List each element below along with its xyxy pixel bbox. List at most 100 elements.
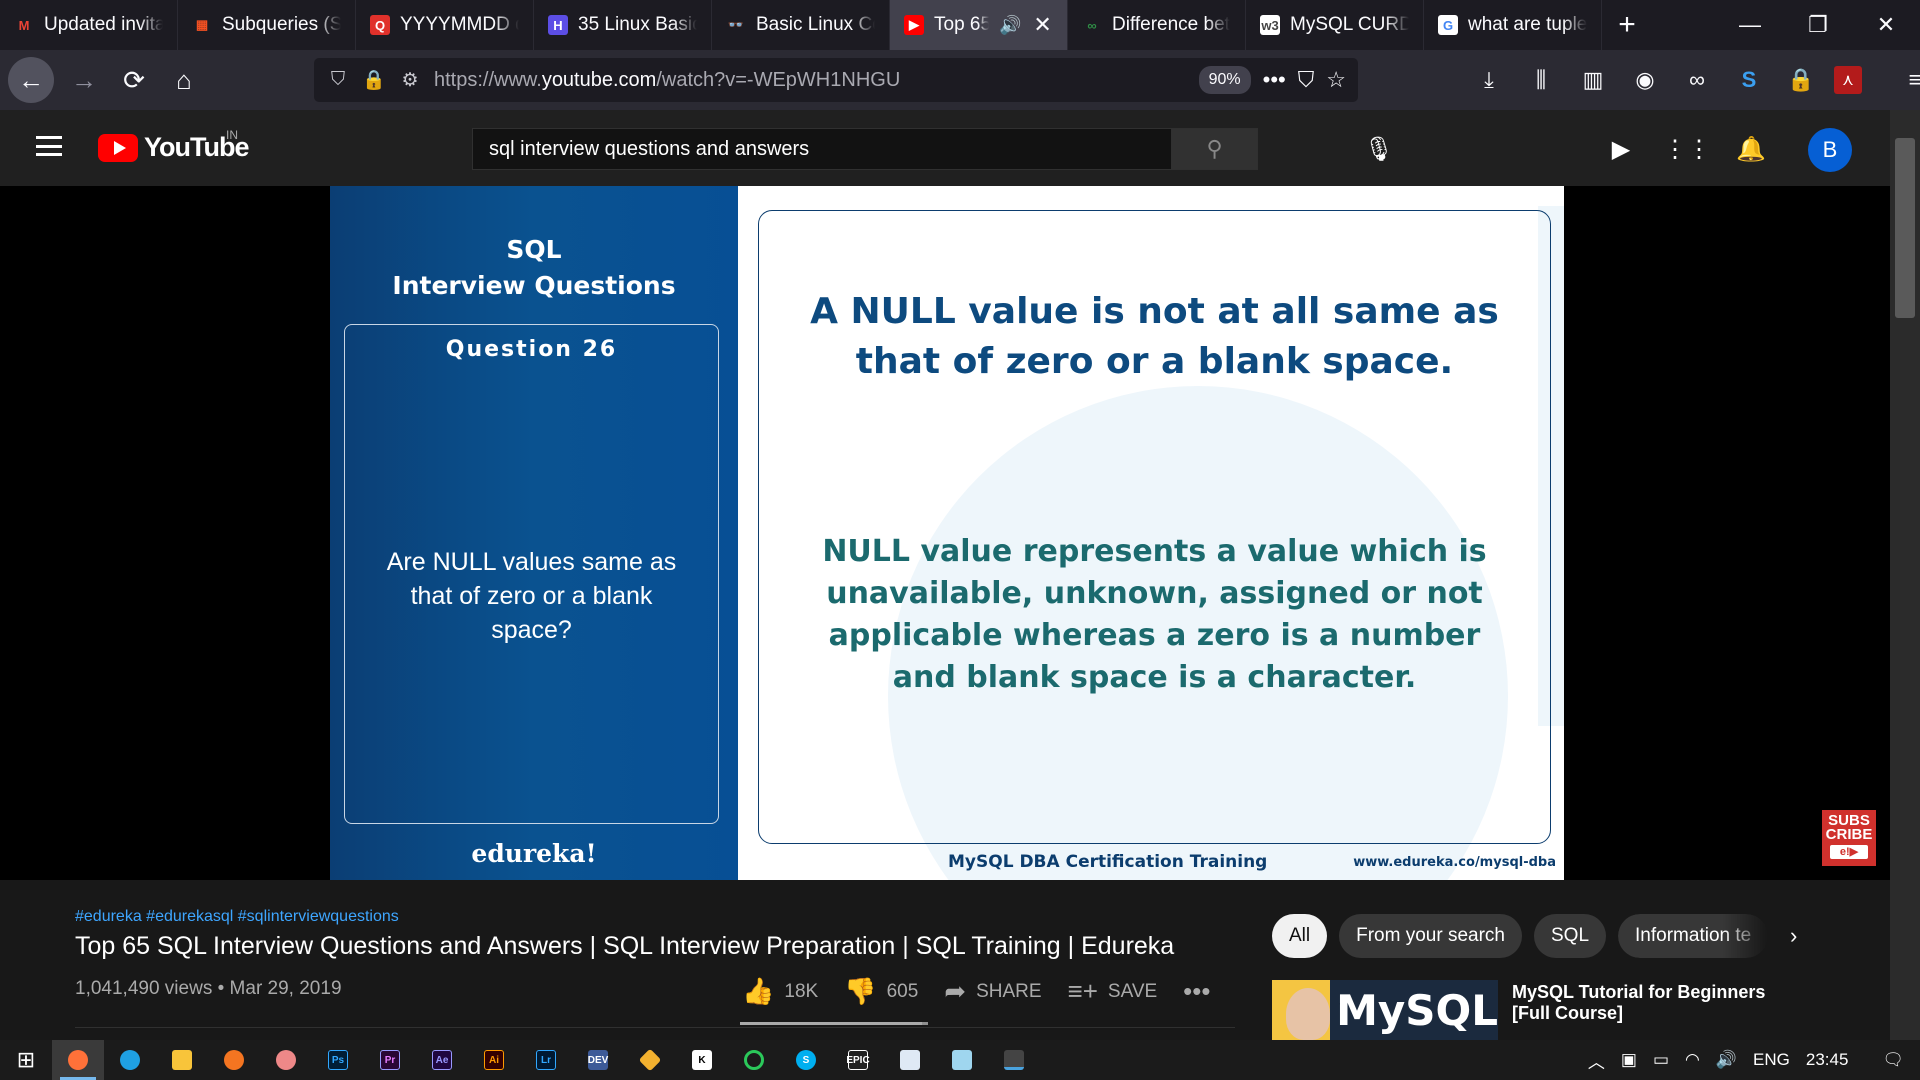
windows-start-icon[interactable]: ⊞ xyxy=(0,1040,52,1080)
browser-tab[interactable]: ▶ Top 65 🔊 ✕ xyxy=(890,0,1068,50)
shield-icon[interactable]: ⛉ xyxy=(326,69,350,91)
tab-label: Difference bet xyxy=(1112,14,1230,35)
firefox-taskbar-icon[interactable] xyxy=(52,1040,104,1080)
close-tab-icon[interactable]: ✕ xyxy=(1033,12,1051,38)
forward-button[interactable]: → xyxy=(62,58,106,102)
inkscape-icon[interactable]: K xyxy=(676,1040,728,1080)
menu-icon[interactable]: ≡ xyxy=(1896,61,1920,99)
thumbnail-text: MySQL xyxy=(1336,985,1498,1035)
video-player[interactable]: SQL Interview Questions Question 26 Are … xyxy=(0,186,1890,880)
w3schools-icon: w3 xyxy=(1260,15,1280,35)
browser-tab-strip: M Updated invita ▦ Subqueries (SC Q YYYYMMDD … xyxy=(0,0,1920,50)
notifications-bell-icon[interactable]: 🔔 xyxy=(1734,132,1768,166)
language-indicator[interactable]: ENG xyxy=(1753,1050,1790,1070)
country-code: IN xyxy=(226,128,238,142)
page-scrollbar[interactable] xyxy=(1890,110,1920,1040)
reload-button[interactable]: ⟳ xyxy=(112,58,156,102)
meet-now-icon[interactable]: ▣ xyxy=(1621,1050,1637,1070)
search-bar: ⚲ xyxy=(472,128,1258,170)
pocket-icon[interactable]: ⛉ xyxy=(1298,67,1315,93)
clock[interactable]: 23:45 xyxy=(1806,1050,1849,1070)
library-icon[interactable]: ⫼ xyxy=(1522,61,1560,99)
notes-app-icon[interactable] xyxy=(936,1040,988,1080)
back-button[interactable]: ← xyxy=(8,57,54,103)
scrollbar-thumb[interactable] xyxy=(1895,138,1915,318)
dislike-button[interactable]: 👎 605 xyxy=(844,976,918,1007)
file-explorer-icon[interactable] xyxy=(156,1040,208,1080)
pdf-icon[interactable]: ⋏ xyxy=(1834,66,1862,94)
minimize-icon[interactable]: — xyxy=(1716,0,1784,50)
browser-tab[interactable]: Q YYYYMMDD d xyxy=(356,0,534,50)
crunchyroll-icon[interactable] xyxy=(208,1040,260,1080)
mysql-workbench-icon[interactable] xyxy=(988,1040,1040,1080)
video-hashtags[interactable]: #edureka #edurekasql #sqlinterviewquesti… xyxy=(75,908,399,926)
edge-taskbar-icon[interactable] xyxy=(104,1040,156,1080)
youtube-play-icon xyxy=(98,133,138,162)
browser-tab[interactable]: Gwhat are tuple xyxy=(1424,0,1602,50)
browser-tab[interactable]: H 35 Linux Basic xyxy=(534,0,712,50)
recommended-title[interactable]: MySQL Tutorial for Beginners [Full Cours… xyxy=(1512,982,1765,1024)
save-button[interactable]: ≡+ SAVE xyxy=(1068,976,1158,1007)
recommended-thumbnail[interactable]: MySQL xyxy=(1272,980,1498,1040)
search-button[interactable]: ⚲ xyxy=(1171,129,1257,169)
search-input[interactable] xyxy=(473,129,1171,169)
premiere-icon[interactable]: Pr xyxy=(364,1040,416,1080)
avatar[interactable]: B xyxy=(1808,128,1852,172)
browser-tab[interactable]: w3 MySQL CURDA xyxy=(1246,0,1424,50)
wifi-icon[interactable]: ◠ xyxy=(1685,1050,1700,1070)
browser-tab[interactable]: ∞ Difference bet xyxy=(1068,0,1246,50)
home-button[interactable]: ⌂ xyxy=(162,58,206,102)
photoshop-icon[interactable]: Ps xyxy=(312,1040,364,1080)
after-effects-icon[interactable]: Ae xyxy=(416,1040,468,1080)
new-tab-button[interactable]: + xyxy=(1602,0,1652,50)
lock-icon[interactable]: 🔒 xyxy=(362,68,386,92)
tab-audio-icon[interactable]: 🔊 xyxy=(999,15,1021,36)
illustrator-icon[interactable]: Ai xyxy=(468,1040,520,1080)
action-center-icon[interactable]: 🗨 xyxy=(1882,1050,1904,1070)
url-text[interactable]: https://www.youtube.com/watch?v=-WEpWH1N… xyxy=(434,69,900,92)
extension-lock-icon[interactable]: 🔒 xyxy=(1782,61,1820,99)
more-actions-button[interactable]: ••• xyxy=(1183,976,1210,1007)
show-hidden-icons-icon[interactable]: ︿ xyxy=(1588,1048,1605,1073)
share-button[interactable]: ➦ SHARE xyxy=(944,976,1041,1007)
chip-information[interactable]: Information te xyxy=(1618,914,1769,958)
chevron-right-icon[interactable]: › xyxy=(1790,923,1797,949)
skype-icon[interactable]: S xyxy=(780,1040,832,1080)
apps-grid-icon[interactable]: ⋮⋮ xyxy=(1663,132,1711,166)
browser-tab[interactable]: M Updated invita xyxy=(0,0,178,50)
zoom-level[interactable]: 90% xyxy=(1198,66,1251,94)
downloads-icon[interactable]: ⤓ xyxy=(1470,61,1508,99)
chip-sql[interactable]: SQL xyxy=(1534,914,1607,958)
battery-icon[interactable]: ▭ xyxy=(1653,1050,1669,1070)
page-actions-icon[interactable]: ••• xyxy=(1263,67,1286,93)
browser-tab[interactable]: ▦ Subqueries (SC xyxy=(178,0,356,50)
close-window-icon[interactable]: ✕ xyxy=(1852,0,1920,50)
cube-app-icon[interactable] xyxy=(624,1040,676,1080)
subscribe-watermark-button[interactable]: SUBS CRIBE e!▶ xyxy=(1822,810,1876,866)
tab-label: Subqueries (SC xyxy=(222,14,341,35)
guide-menu-icon[interactable] xyxy=(36,136,62,156)
create-video-icon[interactable]: ▶ xyxy=(1604,132,1638,166)
devcpp-icon[interactable]: DEV xyxy=(572,1040,624,1080)
tab-label: what are tuple xyxy=(1468,14,1587,35)
notepad-icon[interactable] xyxy=(884,1040,936,1080)
chip-all[interactable]: All xyxy=(1272,914,1328,958)
restore-icon[interactable]: ❐ xyxy=(1784,0,1852,50)
extension-s-icon[interactable]: S xyxy=(1730,61,1768,99)
chip-from-your-search[interactable]: From your search xyxy=(1339,914,1522,958)
epic-games-icon[interactable]: EPIC xyxy=(832,1040,884,1080)
lightroom-icon[interactable]: Lr xyxy=(520,1040,572,1080)
bookmark-star-icon[interactable]: ☆ xyxy=(1326,67,1346,93)
browser-tab[interactable]: 👓 Basic Linux Co xyxy=(712,0,890,50)
circle-app-icon[interactable] xyxy=(728,1040,780,1080)
like-button[interactable]: 👍 18K xyxy=(742,976,818,1007)
voice-search-icon[interactable]: 🎙 xyxy=(1362,132,1396,166)
question-box: Question 26 Are NULL values same as that… xyxy=(344,324,719,824)
sidebar-icon[interactable]: ▥ xyxy=(1574,61,1612,99)
extension-glasses-icon[interactable]: ∞ xyxy=(1678,61,1716,99)
account-icon[interactable]: ◉ xyxy=(1626,61,1664,99)
permissions-icon[interactable]: ⚙ xyxy=(398,69,422,92)
address-bar[interactable]: ⛉ 🔒 ⚙ https://www.youtube.com/watch?v=-W… xyxy=(314,58,1358,102)
brain-app-icon[interactable] xyxy=(260,1040,312,1080)
volume-icon[interactable]: 🔊 xyxy=(1716,1050,1737,1070)
